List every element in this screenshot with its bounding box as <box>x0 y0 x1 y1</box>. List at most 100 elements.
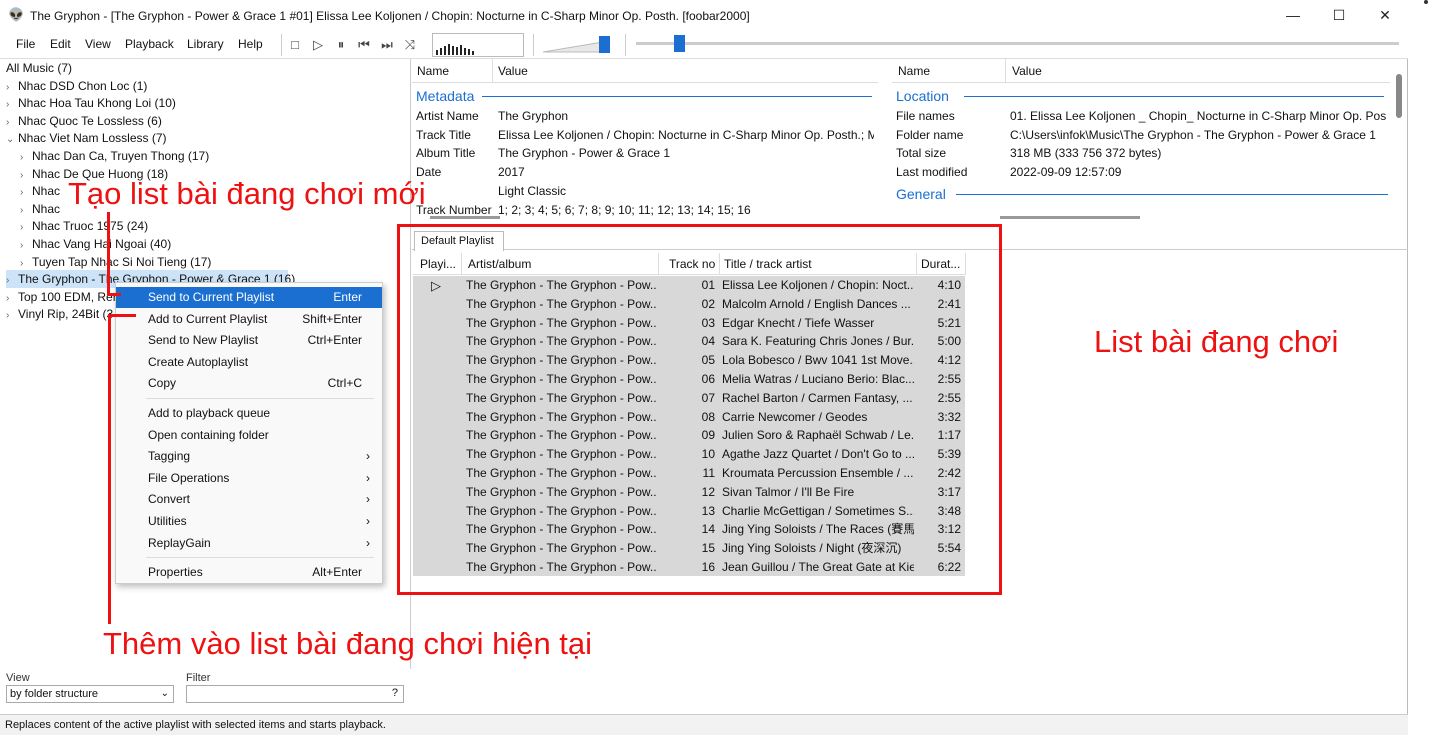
property-value[interactable]: Light Classic <box>498 184 874 198</box>
annotation-playing-list: List bài đang chơi <box>1094 324 1339 359</box>
next-icon[interactable]: ⏭ <box>378 36 396 54</box>
properties-header: Name Value <box>892 59 1390 83</box>
menu-separator <box>146 398 374 399</box>
context-menu-item[interactable]: ReplayGain › <box>116 533 382 554</box>
context-menu-item[interactable]: Add to playback queue <box>116 403 382 424</box>
menu-item-shortcut: Alt+Enter <box>312 565 362 580</box>
col-value-header[interactable]: Value <box>498 64 528 78</box>
seek-bar[interactable] <box>636 35 1399 52</box>
col-value-header[interactable]: Value <box>1012 64 1042 78</box>
tree-item[interactable]: ⌄ Nhac Viet Nam Lossless (7) <box>6 129 167 147</box>
menu-view[interactable]: View <box>85 37 111 51</box>
annotation-new-list: Tạo list bài đang chơi mới <box>68 176 426 211</box>
close-button[interactable]: ✕ <box>1362 0 1408 31</box>
tree-item[interactable]: › Nhac Hoa Tau Khong Loi (10) <box>6 94 176 112</box>
menu-help[interactable]: Help <box>238 37 263 51</box>
context-menu-item[interactable]: Send to Current Playlist Enter <box>116 287 382 308</box>
spectrum-bars-icon <box>436 44 474 55</box>
tree-item[interactable]: › Nhac Truoc 1975 (24) <box>20 217 148 235</box>
context-menu-item[interactable]: Tagging › <box>116 446 382 467</box>
volume-thumb[interactable] <box>598 36 610 53</box>
menu-library[interactable]: Library <box>187 37 224 51</box>
play-icon[interactable]: ▷ <box>309 36 327 54</box>
general-group-label: General <box>896 186 946 202</box>
app-icon: 👽 <box>8 7 25 22</box>
property-name: Artist Name <box>416 109 479 123</box>
group-line <box>956 194 1388 195</box>
context-menu-item[interactable]: Utilities › <box>116 511 382 532</box>
menu-item-label: ReplayGain <box>148 535 211 550</box>
property-value[interactable]: 318 MB (333 756 372 bytes) <box>1010 146 1386 160</box>
col-name-header[interactable]: Name <box>898 64 930 78</box>
header-divider <box>492 59 493 83</box>
tree-item[interactable]: › Nhac <box>20 200 60 218</box>
random-icon[interactable]: ⤨ <box>401 36 419 54</box>
context-menu-item[interactable]: File Operations › <box>116 468 382 489</box>
seek-thumb[interactable] <box>674 35 686 52</box>
pause-icon[interactable]: ⏸ <box>332 36 350 54</box>
menu-item-shortcut: Ctrl+Enter <box>307 333 362 348</box>
tree-item-label: Tuyen Tap Nhac Si Noi Tieng (17) <box>32 254 212 269</box>
property-value[interactable]: 01. Elissa Lee Koljonen _ Chopin_ Noctur… <box>1010 109 1386 123</box>
property-value[interactable]: The Gryphon - Power & Grace 1 <box>498 146 874 160</box>
tree-item-label: Nhac Vang Hai Ngoai (40) <box>32 237 172 251</box>
minimize-button[interactable]: — <box>1270 0 1316 31</box>
context-menu-item[interactable]: Send to New Playlist Ctrl+Enter <box>116 330 382 351</box>
tree-item-label: Nhac <box>32 184 61 199</box>
menu-item-label: Create Autoplaylist <box>148 354 249 369</box>
context-menu-item[interactable]: Open containing folder <box>116 425 382 446</box>
context-menu-item[interactable]: Copy Ctrl+C <box>116 373 382 394</box>
property-value[interactable]: 1; 2; 3; 4; 5; 6; 7; 8; 9; 10; 11; 12; 1… <box>498 203 874 217</box>
metadata-group-label: Metadata <box>416 88 475 104</box>
property-name: Track Title <box>416 127 471 142</box>
maximize-button[interactable]: ☐ <box>1316 0 1362 31</box>
col-name-header[interactable]: Name <box>417 64 449 78</box>
tree-item[interactable]: › Vinyl Rip, 24Bit (3 <box>6 305 113 323</box>
property-value[interactable]: 2017 <box>498 165 874 179</box>
property-value[interactable]: C:\Users\infok\Music\The Gryphon - The G… <box>1010 128 1386 142</box>
menu-item-label: Utilities <box>148 514 187 528</box>
tree-item[interactable]: › Top 100 EDM, Rer <box>6 288 117 306</box>
chevron-right-icon: › <box>366 535 370 550</box>
menu-item-label: Convert <box>148 492 191 507</box>
horizontal-scrollbar[interactable] <box>430 216 500 219</box>
horizontal-scrollbar[interactable] <box>1000 216 1140 219</box>
tree-item[interactable]: › Nhac Vang Hai Ngoai (40) <box>20 235 171 253</box>
property-value[interactable]: 2022-09-09 12:57:09 <box>1010 165 1386 179</box>
menu-file[interactable]: File <box>16 37 35 51</box>
property-name: Track Number <box>416 202 492 217</box>
chevron-right-icon[interactable]: › <box>6 307 18 325</box>
chevron-down-icon[interactable]: ⌄ <box>6 131 18 149</box>
tree-item[interactable]: › Nhac DSD Chon Loc (1) <box>6 77 147 95</box>
property-name: File names <box>896 109 955 123</box>
property-value[interactable]: The Gryphon <box>498 109 874 123</box>
tree-item[interactable]: › Nhac <box>20 182 60 200</box>
seek-track <box>636 42 1399 45</box>
menu-edit[interactable]: Edit <box>50 37 71 51</box>
tree-item-label: Nhac <box>32 201 61 216</box>
property-value[interactable]: Elissa Lee Koljonen / Chopin: Nocturne i… <box>498 128 874 142</box>
tree-item[interactable]: › Nhac Quoc Te Lossless (6) <box>6 112 162 130</box>
vertical-scrollbar[interactable] <box>1396 74 1402 118</box>
tree-item-label: Nhac Viet Nam Lossless (7) <box>18 131 167 146</box>
menu-item-label: Properties <box>148 565 203 580</box>
tree-item[interactable]: › Tuyen Tap Nhac Si Noi Tieng (17) <box>20 253 211 271</box>
context-menu-item[interactable]: Properties Alt+Enter <box>116 562 382 583</box>
tree-item[interactable]: › Nhac Dan Ca, Truyen Thong (17) <box>20 147 209 165</box>
menu-playback[interactable]: Playback <box>125 37 174 51</box>
stop-icon[interactable]: □ <box>286 36 304 54</box>
volume-slider[interactable] <box>542 34 613 54</box>
context-menu-item[interactable]: Create Autoplaylist <box>116 352 382 373</box>
status-bar: Replaces content of the active playlist … <box>0 714 1408 735</box>
tree-item-label: Nhac Hoa Tau Khong Loi (10) <box>18 96 176 111</box>
filter-help-icon[interactable]: ? <box>392 687 398 699</box>
filter-input[interactable]: ? <box>186 685 404 703</box>
menu-item-label: Send to Current Playlist <box>148 290 275 304</box>
previous-icon[interactable]: ⏮ <box>355 36 373 54</box>
context-menu-item[interactable]: Convert › <box>116 489 382 510</box>
menu-item-label: Add to Current Playlist <box>148 311 268 326</box>
view-select[interactable]: by folder structure ⌄ <box>6 685 174 703</box>
context-menu-item[interactable]: Add to Current Playlist Shift+Enter <box>116 309 382 330</box>
chevron-down-icon: ⌄ <box>160 688 169 699</box>
tree-item[interactable]: All Music (7) <box>6 59 72 77</box>
